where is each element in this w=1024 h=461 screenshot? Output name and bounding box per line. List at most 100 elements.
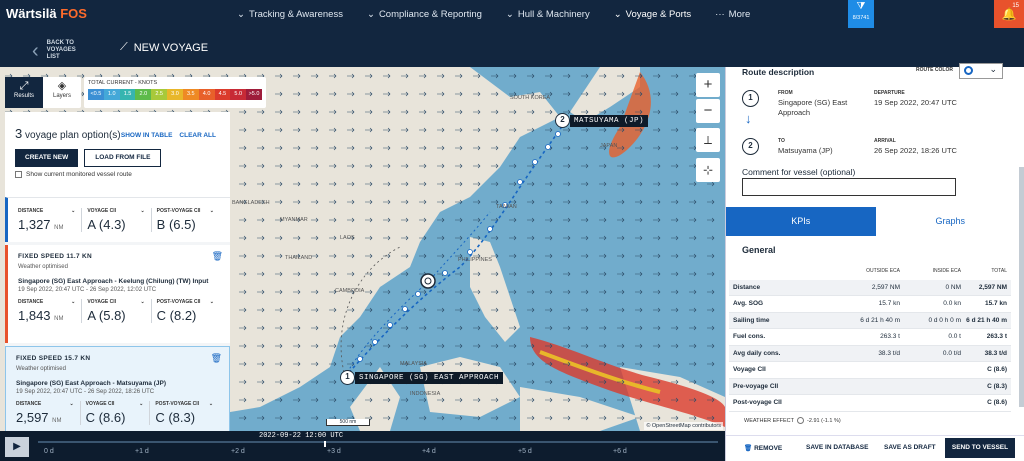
chevron-down-icon: ⌄ — [139, 401, 144, 407]
origin-marker: 1 — [742, 90, 759, 107]
trash-icon[interactable]: 🗑 — [212, 251, 223, 262]
chevron-down-icon: ⌄ — [140, 208, 145, 214]
comment-input[interactable] — [742, 178, 956, 196]
legend-swatch: 2.0 — [135, 89, 152, 100]
departure-label: DEPARTURE — [874, 90, 905, 96]
trash-icon[interactable]: 🗑 — [211, 353, 222, 364]
sub-header: ‹ BACK TO VOYAGES LIST ⟋ NEW VOYAGE — [0, 28, 1024, 67]
load-from-file-button[interactable]: LOAD FROM FILE — [84, 149, 162, 167]
kpi-cell: 2,597 NM — [978, 283, 1007, 291]
kpi-row: Avg. SOG 15.7 kn 0.0 kn 15.7 kn — [729, 296, 1011, 313]
add-waypoint-button[interactable]: ⊹ — [696, 158, 720, 182]
filter-button[interactable]: ⧩ 8/3741 — [848, 0, 874, 28]
measure-tool-button[interactable]: ⟂ — [696, 128, 720, 152]
show-in-table-link[interactable]: SHOW IN TABLE — [121, 132, 173, 139]
kpi-cell: Avg daily cons. — [733, 349, 781, 357]
route-icon: ⟋ — [120, 41, 128, 53]
plan-card[interactable]: 🗑 FIXED SPEED 11.7 KN Weather optimised … — [5, 245, 230, 343]
kpi-cell: 263.3 t — [986, 333, 1007, 341]
page-title: ⟋ NEW VOYAGE — [120, 41, 209, 54]
filter-icon: ⧩ — [856, 1, 866, 12]
chevron-down-icon: ⌄ — [140, 299, 145, 305]
legend-swatch: 3.0 — [167, 89, 183, 100]
layers-tool[interactable]: ◈ Layers — [43, 77, 81, 108]
info-icon[interactable] — [796, 417, 804, 424]
zoom-in-button[interactable]: + — [696, 73, 720, 97]
kpi-row: Avg daily cons. 38.3 t/d 0.0 t/d 38.3 t/d — [729, 345, 1011, 362]
timeline-tick: +4 d — [422, 448, 436, 455]
back-to-voyages[interactable]: ‹ BACK TO VOYAGES LIST — [32, 40, 87, 61]
nav-more[interactable]: ··· More — [715, 9, 750, 20]
scrollbar[interactable] — [1019, 167, 1024, 407]
arrival-label: ARRIVAL — [874, 138, 896, 144]
save-in-database-button[interactable]: SAVE IN DATABASE — [806, 444, 868, 451]
kpi-cell: Voyage CII — [733, 366, 766, 374]
app-logo[interactable]: Wärtsilä FOS — [6, 6, 87, 21]
notifications-button[interactable]: 🔔 15 — [994, 0, 1024, 28]
geo-label: TAIWAN — [496, 204, 517, 210]
plan-card-selected[interactable]: 🗑 FIXED SPEED 15.7 KN Weather optimised … — [5, 346, 230, 442]
geo-label: PHILIPPINES — [458, 257, 492, 263]
kpi-cell: Avg. SOG — [733, 300, 764, 308]
kpi-cell: C (8.6) — [987, 399, 1007, 407]
timeline[interactable]: ▶ 2022-09-22 12:00 UTC 0 d +1 d +2 d +3 … — [0, 431, 725, 461]
monitored-route-checkbox[interactable]: Show current monitored vessel route — [15, 171, 220, 178]
remove-button[interactable]: 🗑 REMOVE — [744, 444, 782, 452]
route-start-label[interactable]: 1 SINGAPORE (SG) EAST APPROACH — [340, 370, 504, 385]
general-heading: General — [742, 245, 776, 255]
results-tool[interactable]: ⤢ Results — [5, 77, 43, 108]
kpi-cell: 15.7 kn — [878, 300, 900, 308]
route-details-panel: Route description ROUTE COLOR ⌄ 1 ↓ 2 FR… — [725, 63, 1024, 461]
map-scale: 500 nm — [326, 419, 370, 426]
zoom-out-button[interactable]: − — [696, 99, 720, 123]
legend-swatch: 4.5 — [214, 89, 231, 100]
legend-swatch: <0.5 — [88, 89, 104, 100]
map-attribution[interactable]: © OpenStreetMap contributors — [644, 422, 723, 430]
nav-voyage[interactable]: ⌄ Voyage & Ports — [614, 9, 691, 20]
route-end-label[interactable]: 2 MATSUYAMA (JP) — [555, 113, 649, 128]
kpi-cell: 15.7 kn — [984, 300, 1007, 308]
tab-graphs[interactable]: Graphs — [875, 207, 1024, 236]
create-new-button[interactable]: CREATE NEW — [15, 149, 79, 167]
play-button[interactable]: ▶ — [5, 437, 29, 457]
geo-label: MYANMAR — [280, 217, 308, 223]
legend-swatch: 4.0 — [198, 89, 215, 100]
from-value: Singapore (SG) East Approach — [778, 98, 848, 117]
chevron-down-icon: ⌄ — [209, 208, 214, 214]
kpi-tabs: KPIs Graphs — [726, 207, 1024, 236]
clear-all-link[interactable]: CLEAR ALL — [179, 132, 216, 139]
timeline-track[interactable] — [38, 441, 718, 443]
kpi-cell: 0 NM — [945, 283, 961, 291]
play-icon: ▶ — [13, 441, 21, 452]
geo-label: CAMBODIA — [335, 288, 365, 294]
arrival-value: 26 Sep 2022, 18:26 UTC — [874, 146, 957, 155]
legend-scale: <0.5 1.0 1.5 2.0 2.5 3.0 3.5 4.0 4.5 5.0 >5.0 — [88, 89, 262, 100]
voyage-plan-panel: 3 voyage plan option(s) SHOW IN TABLE CL… — [5, 112, 230, 442]
layers-icon: ◈ — [57, 80, 67, 92]
more-dots-icon: ··· — [715, 8, 725, 20]
color-swatch-icon — [964, 66, 973, 75]
route-description-title: Route description — [742, 67, 815, 77]
kpi-cell: 0.0 kn — [943, 300, 961, 308]
kpi-cell: C (8.3) — [987, 382, 1007, 390]
timeline-tick: +1 d — [135, 448, 149, 455]
legend-swatch: 3.5 — [182, 89, 199, 100]
kpi-cell: Pre-voyage CII — [733, 382, 779, 390]
departure-value: 19 Sep 2022, 20:47 UTC — [874, 98, 957, 107]
kpi-row: Pre-voyage CII C (8.3) — [729, 378, 1011, 395]
save-as-draft-button[interactable]: SAVE AS DRAFT — [884, 444, 936, 451]
nav-tracking[interactable]: ⌄ Tracking & Awareness — [237, 9, 343, 20]
route-color-select[interactable]: ⌄ — [959, 63, 1003, 79]
timeline-tick: 0 d — [44, 448, 54, 455]
kpi-cell: 263.3 t — [880, 333, 900, 341]
geo-label: SOUTH KOREA — [510, 95, 551, 101]
nav-compliance[interactable]: ⌄ Compliance & Reporting — [367, 9, 482, 20]
tab-kpis[interactable]: KPIs — [726, 207, 876, 236]
send-to-vessel-button[interactable]: SEND TO VESSEL — [945, 438, 1015, 458]
nav-hull[interactable]: ⌄ Hull & Machinery — [506, 9, 590, 20]
chevron-down-icon: ⌄ — [613, 8, 622, 20]
trash-icon: 🗑 — [744, 445, 753, 452]
kpi-cell: Fuel cons. — [733, 333, 766, 341]
geo-label: MALAYSIA — [400, 361, 428, 367]
plan-card[interactable]: DISTANCE ⌄ 1,327 NM VOYAGE CII ⌄ A (4.3) POS… — [5, 197, 230, 242]
